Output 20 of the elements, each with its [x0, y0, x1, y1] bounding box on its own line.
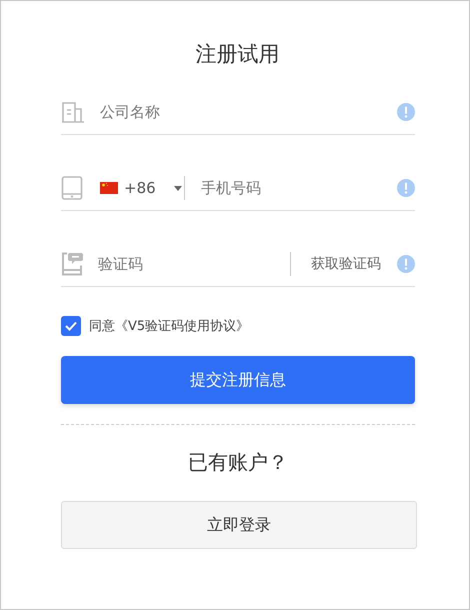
tablet-icon [61, 176, 83, 200]
agreement-text: 同意《V5验证码使用协议》 [89, 318, 250, 335]
submit-button[interactable]: 提交注册信息 [61, 356, 415, 404]
info-icon [397, 103, 415, 121]
input-field[interactable]: 公司名称 [100, 103, 391, 121]
building-icon [61, 100, 85, 124]
form-title: 注册试用 [194, 41, 280, 68]
caret-icon [174, 186, 182, 190]
login-button[interactable]: 立即登录 [61, 501, 417, 549]
info-icon [397, 255, 415, 273]
input-field[interactable]: 验证码 [98, 255, 290, 273]
flag-icon [100, 182, 118, 194]
phone-message-icon [61, 252, 83, 276]
check-icon [65, 321, 77, 331]
get-code-button[interactable]: 获取验证码 [291, 255, 391, 273]
info-icon [397, 179, 415, 197]
input-field[interactable]: 手机号码 [201, 179, 391, 197]
country-code-select[interactable]: +86 [98, 179, 184, 197]
checkbox[interactable] [61, 316, 81, 336]
login-prompt: 已有账户？ [187, 449, 289, 476]
